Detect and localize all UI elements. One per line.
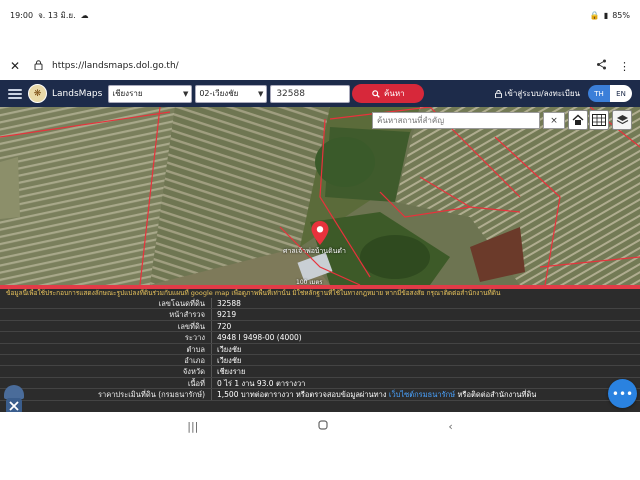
row-value: เวียงชัย bbox=[217, 344, 242, 354]
satellite-map[interactable] bbox=[0, 107, 640, 285]
row-key: เนื้อที่ bbox=[0, 377, 212, 389]
browser-toolbar: ✕ https://landsmaps.dol.go.th/ ⋮ bbox=[0, 54, 640, 78]
clear-search-button[interactable]: × bbox=[543, 112, 565, 129]
row-value: 4948 I 9498-00 (4000) bbox=[217, 333, 302, 343]
row-value: 9219 bbox=[217, 310, 237, 320]
battery-level: 85% bbox=[612, 10, 630, 20]
table-row: อำเภอ เวียงชัย bbox=[0, 354, 640, 367]
disclaimer-notice: ข้อมูลนี้เพื่อใช้ประกอบการแสดงลักษณะรูปแ… bbox=[0, 289, 640, 298]
login-link[interactable]: เข้าสู่ระบบ/ลงทะเบียน bbox=[494, 87, 580, 100]
row-key: ราคาประเมินที่ดิน (กรมธนารักษ์) bbox=[0, 389, 212, 400]
row-value: เวียงชัย bbox=[217, 355, 242, 365]
recent-apps-icon[interactable]: ||| bbox=[187, 420, 198, 433]
row-key: เลขโฉนดที่ดิน bbox=[0, 298, 212, 309]
parcel-info-panel: ข้อมูลนี้เพื่อใช้ประกอบการแสดงลักษณะรูปแ… bbox=[0, 285, 640, 412]
place-label: ศาลเจ้าพ่อบ้านดินดำ bbox=[283, 247, 346, 255]
phone-screen: 19:00 จ. 13 มิ.ย. ☁ 🔒 ▮ 85% ✕ https://la… bbox=[0, 0, 640, 480]
lock-icon bbox=[494, 89, 502, 98]
status-bar: 19:00 จ. 13 มิ.ย. ☁ 🔒 ▮ 85% bbox=[0, 0, 640, 30]
back-nav-icon[interactable]: ‹ bbox=[448, 420, 452, 433]
row-value: 32588 bbox=[217, 299, 241, 308]
table-row: ระวาง 4948 I 9498-00 (4000) bbox=[0, 332, 640, 344]
row-value: 1,500 บาทต่อตารางวา หรือตรวจสอบข้อมูลผ่า… bbox=[212, 389, 536, 399]
province-select[interactable]: เชียงราย ▼ bbox=[108, 84, 193, 103]
chevron-down-icon: ▼ bbox=[182, 89, 189, 98]
row-key: อำเภอ bbox=[0, 354, 212, 366]
url-text[interactable]: https://landsmaps.dol.go.th/ bbox=[52, 61, 179, 71]
grid-icon[interactable] bbox=[589, 110, 609, 130]
cloud-icon: ☁ bbox=[80, 10, 89, 20]
row-key: จังหวัด bbox=[0, 366, 212, 377]
table-row: เลขที่ดิน 720 bbox=[0, 320, 640, 333]
login-label: เข้าสู่ระบบ/ลงทะเบียน bbox=[504, 89, 580, 98]
dol-logo: ❋ bbox=[28, 84, 47, 103]
brand-name: LandsMaps bbox=[52, 88, 103, 99]
treasury-website-link[interactable]: เว็บไซต์กรมธนารักษ์ bbox=[389, 390, 455, 399]
place-search-input[interactable] bbox=[372, 112, 540, 129]
status-time: 19:00 bbox=[10, 10, 34, 20]
map-imagery bbox=[0, 107, 640, 285]
district-value: 02-เวียงชัย bbox=[199, 89, 239, 98]
signal-icon: ▮ bbox=[603, 10, 609, 20]
district-select[interactable]: 02-เวียงชัย ▼ bbox=[195, 84, 268, 103]
more-actions-button[interactable]: ••• bbox=[608, 379, 637, 408]
price-text: 1,500 บาทต่อตารางวา หรือตรวจสอบข้อมูลผ่า… bbox=[217, 390, 387, 400]
row-value: 720 bbox=[217, 321, 232, 331]
more-options-icon[interactable]: ⋮ bbox=[619, 60, 630, 73]
table-row: เลขโฉนดที่ดิน 32588 bbox=[0, 298, 640, 310]
chat-widget-background bbox=[4, 385, 24, 399]
status-date: จ. 13 มิ.ย. bbox=[38, 10, 76, 20]
row-key: เลขที่ดิน bbox=[0, 320, 212, 332]
padlock-icon[interactable] bbox=[34, 59, 48, 73]
table-row: ราคาประเมินที่ดิน (กรมธนารักษ์) 1,500 บา… bbox=[0, 389, 640, 401]
home-icon[interactable] bbox=[568, 110, 588, 130]
hamburger-menu-icon[interactable] bbox=[8, 88, 22, 99]
search-button[interactable]: ค้นหา bbox=[352, 84, 425, 103]
share-icon[interactable] bbox=[596, 59, 607, 73]
app-header: ❋ LandsMaps เชียงราย ▼ 02-เวียงชัย ▼ ค้น… bbox=[0, 80, 640, 107]
search-icon bbox=[372, 89, 380, 98]
table-row: ตำบล เวียงชัย bbox=[0, 343, 640, 355]
price-suffix: หรือติดต่อสำนักงานที่ดิน bbox=[457, 390, 537, 400]
map-pin-icon[interactable] bbox=[311, 221, 329, 249]
lang-th-button[interactable]: TH bbox=[588, 85, 610, 102]
parcel-number-input[interactable] bbox=[270, 84, 351, 103]
table-row: จังหวัด เชียงราย bbox=[0, 366, 640, 378]
row-value: เชียงราย bbox=[217, 367, 246, 377]
home-nav-icon[interactable] bbox=[318, 419, 328, 433]
layers-icon[interactable] bbox=[612, 110, 632, 130]
row-key: หน้าสำรวจ bbox=[0, 309, 212, 320]
lang-en-button[interactable]: EN bbox=[610, 85, 632, 102]
ellipsis-icon: ••• bbox=[611, 386, 634, 401]
table-row: เนื้อที่ 0 ไร่ 1 งาน 93.0 ตารางวา bbox=[0, 377, 640, 390]
row-value: 0 ไร่ 1 งาน 93.0 ตารางวา bbox=[217, 378, 306, 388]
province-value: เชียงราย bbox=[112, 89, 143, 98]
lock-status-icon: 🔒 bbox=[589, 10, 600, 20]
row-key: ระวาง bbox=[0, 332, 212, 343]
table-row: หน้าสำรวจ 9219 bbox=[0, 309, 640, 321]
chevron-down-icon: ▼ bbox=[257, 89, 264, 98]
search-button-label: ค้นหา bbox=[384, 89, 405, 98]
android-nav-bar: ||| ‹ bbox=[0, 412, 640, 440]
row-key: ตำบล bbox=[0, 343, 212, 354]
close-icon[interactable]: ✕ bbox=[10, 59, 26, 73]
language-toggle: TH EN bbox=[588, 85, 632, 102]
